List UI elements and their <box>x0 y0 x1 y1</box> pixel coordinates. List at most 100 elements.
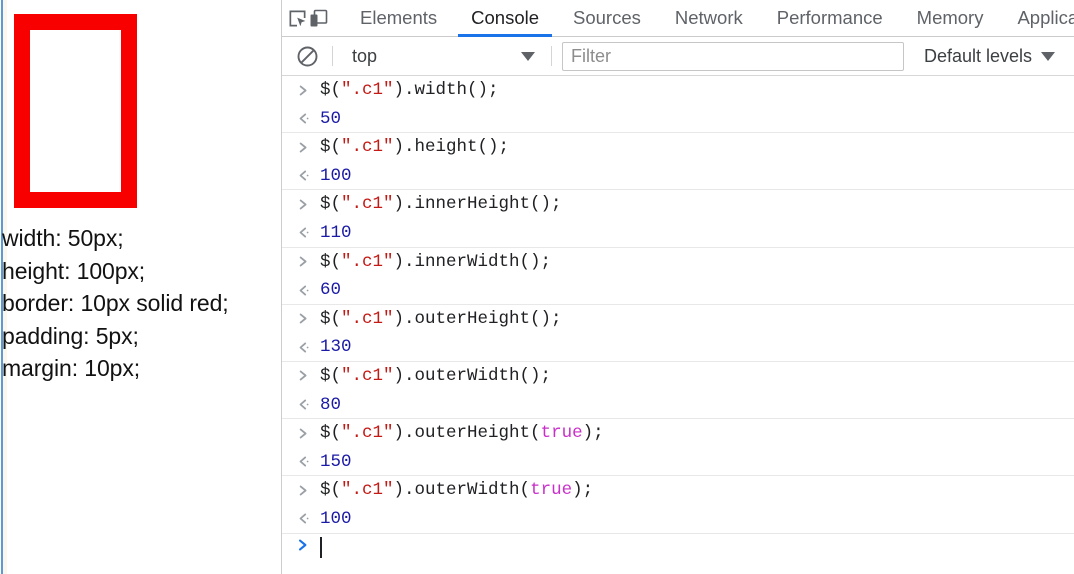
token-plain: ); <box>572 480 594 501</box>
result-arrow-icon <box>292 450 314 474</box>
console-expression: $(".c1").outerWidth(true); <box>320 478 593 502</box>
console-expression: $(".c1").outerHeight(true); <box>320 421 604 445</box>
input-caret-icon <box>292 478 314 502</box>
filterbar-divider-1 <box>332 46 333 66</box>
tab-performance[interactable]: Performance <box>760 0 900 37</box>
chevron-down-icon <box>1041 51 1056 61</box>
token-plain: ).innerHeight(); <box>393 194 562 215</box>
token-plain: $( <box>320 80 342 100</box>
tab-applicat[interactable]: Applicat <box>1000 0 1074 37</box>
input-caret-icon <box>292 192 314 216</box>
tab-sources[interactable]: Sources <box>556 0 658 37</box>
console-expression: $(".c1").height(); <box>320 135 509 159</box>
css-rule-line: border: 10px solid red; <box>2 290 229 316</box>
token-plain: ).innerWidth(); <box>393 251 552 272</box>
clear-console-icon[interactable] <box>292 41 322 71</box>
console-filter-input[interactable] <box>562 41 904 71</box>
token-plain: ); <box>582 423 604 444</box>
console-result-row: 80 <box>282 391 1074 420</box>
token-plain: ).outerHeight( <box>393 423 541 444</box>
input-caret-icon <box>292 364 314 388</box>
console-result-value: 50 <box>320 108 342 129</box>
console-expression: $(".c1").width(); <box>320 78 499 102</box>
console-input-row: $(".c1").innerHeight(); <box>282 190 1074 219</box>
c1-demo-box-content <box>38 38 113 184</box>
result-arrow-icon <box>292 393 314 417</box>
console-input-row: $(".c1").outerHeight(true); <box>282 419 1074 448</box>
token-plain: $( <box>320 251 342 272</box>
console-expression: $(".c1").outerHeight(); <box>320 307 562 331</box>
console-result-value: 60 <box>320 280 342 301</box>
console-context-value: top <box>352 45 378 66</box>
device-toolbar-icon[interactable] <box>308 3 329 33</box>
console-expression: $(".c1").outerWidth(); <box>320 364 551 388</box>
token-plain: $( <box>320 423 342 444</box>
result-arrow-icon <box>292 221 314 245</box>
console-result-row: 100 <box>282 505 1074 534</box>
web-page-pane: width: 50px; height: 100px; border: 10px s… <box>0 0 281 574</box>
console-context-select[interactable]: top <box>343 42 541 70</box>
token-plain: ).outerHeight(); <box>393 308 562 329</box>
console-prompt-row[interactable] <box>282 534 1074 562</box>
console-input-row: $(".c1").outerWidth(true); <box>282 476 1074 505</box>
devtools-screen: width: 50px; height: 100px; border: 10px s… <box>0 0 1074 574</box>
token-plain: $( <box>320 480 342 501</box>
tab-console[interactable]: Console <box>454 0 556 37</box>
css-rule-line: padding: 5px; <box>2 322 139 349</box>
token-plain: $( <box>320 194 342 215</box>
token-plain: $( <box>320 137 342 158</box>
token-str: ".c1" <box>341 308 394 329</box>
console-result-value: 130 <box>320 337 352 358</box>
result-arrow-icon <box>292 278 314 302</box>
tab-elements[interactable]: Elements <box>343 0 454 37</box>
tab-network[interactable]: Network <box>658 0 760 37</box>
css-rules-listing: width: 50px; height: 100px; border: 10px s… <box>2 222 278 385</box>
console-log-levels-label: Default levels <box>924 45 1033 66</box>
token-kw: true <box>530 480 573 501</box>
input-caret-icon <box>292 250 314 274</box>
input-caret-icon <box>292 307 314 331</box>
console-result-value: 110 <box>320 222 352 243</box>
chevron-down-icon <box>521 51 535 61</box>
token-str: ".c1" <box>341 365 394 386</box>
token-str: ".c1" <box>341 251 394 272</box>
console-result-value: 100 <box>320 165 352 186</box>
console-input-row: $(".c1").outerWidth(); <box>282 362 1074 391</box>
css-rule-line: width: 50px; <box>2 225 124 251</box>
token-plain: $( <box>320 365 342 386</box>
token-str: ".c1" <box>341 423 394 444</box>
console-result-value: 100 <box>320 508 352 529</box>
console-result-row: 60 <box>282 276 1074 305</box>
console-input-row: $(".c1").height(); <box>282 133 1074 162</box>
devtools-tabbar: Elements Console Sources Network Performance… <box>282 0 1074 37</box>
prompt-caret-icon <box>292 538 314 557</box>
token-plain: ).outerWidth( <box>393 480 531 501</box>
inspect-element-icon[interactable] <box>287 3 308 33</box>
token-kw: true <box>540 423 583 444</box>
tab-memory[interactable]: Memory <box>900 0 1001 37</box>
console-prompt-cursor <box>320 537 322 558</box>
devtools-tab-list: Elements Console Sources Network Performance… <box>343 0 1074 37</box>
console-input-row: $(".c1").innerWidth(); <box>282 248 1074 277</box>
console-input-row: $(".c1").outerHeight(); <box>282 305 1074 334</box>
console-log-levels-select[interactable]: Default levels <box>914 42 1065 70</box>
token-plain: ).height(); <box>393 137 510 158</box>
result-arrow-icon <box>292 164 314 188</box>
input-caret-icon <box>292 421 314 445</box>
token-str: ".c1" <box>341 480 394 501</box>
result-arrow-icon <box>292 107 314 131</box>
console-message-list[interactable]: $(".c1").width(); 50 $(".c1").height(); 100… <box>282 76 1074 574</box>
c1-demo-box <box>14 14 137 208</box>
token-str: ".c1" <box>341 194 394 215</box>
result-arrow-icon <box>292 507 314 531</box>
token-plain: $( <box>320 308 342 329</box>
console-result-value: 150 <box>320 451 352 472</box>
console-filter-bar: top Default levels <box>282 37 1074 76</box>
token-plain: ).outerWidth(); <box>393 365 552 386</box>
console-expression: $(".c1").innerWidth(); <box>320 250 551 274</box>
css-rule-line: margin: 10px; <box>2 355 141 381</box>
token-plain: ).width(); <box>393 80 499 100</box>
css-rule-line: height: 100px; <box>2 257 146 284</box>
console-result-row: 110 <box>282 219 1074 248</box>
console-result-row: 50 <box>282 105 1074 134</box>
